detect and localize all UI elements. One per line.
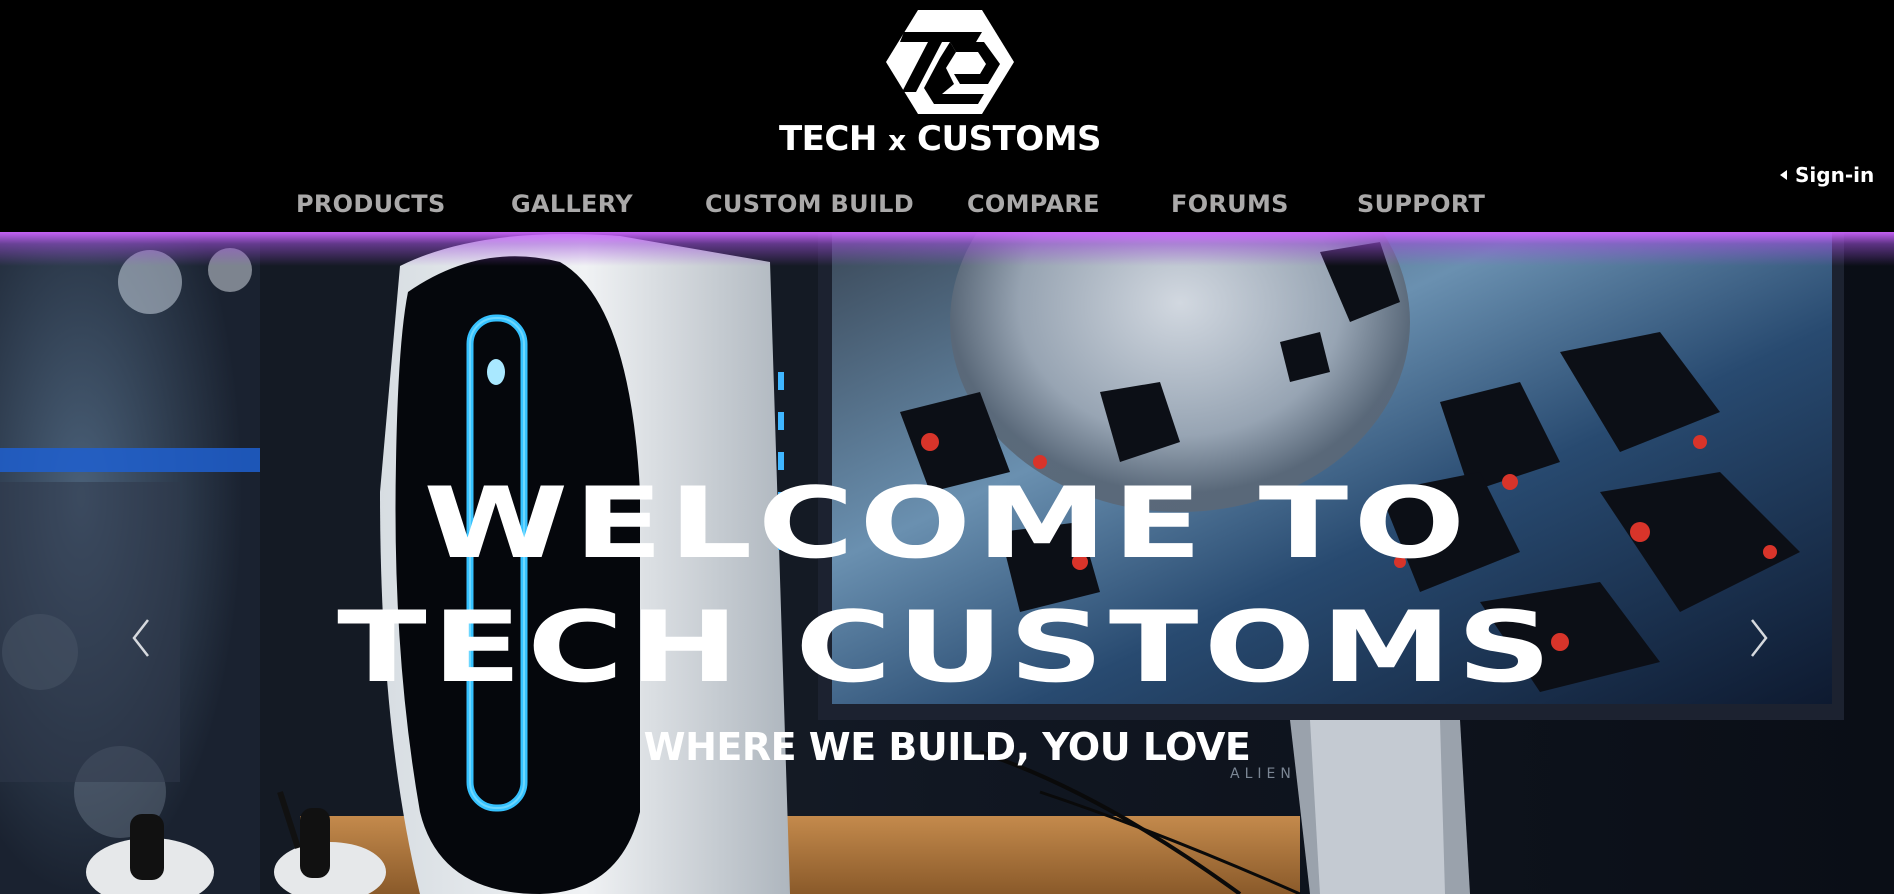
hero-subtitle: WHERE WE BUILD, YOU LOVE bbox=[643, 725, 1251, 769]
purple-glow-strip bbox=[0, 232, 1894, 266]
nav-item-products[interactable]: PRODUCTS bbox=[296, 184, 446, 224]
hero-banner: ALIENWARE WELCOME TO TECH CUSTOMS WHERE … bbox=[0, 232, 1894, 894]
nav-item-compare[interactable]: COMPARE bbox=[967, 184, 1100, 224]
hero-title: WELCOME TO TECH CUSTOMS bbox=[0, 462, 1894, 710]
site-header: TECH x CUSTOMS PRODUCTS GALLERY CUSTOM B… bbox=[0, 0, 1894, 232]
sign-in-label: Sign-in bbox=[1795, 163, 1875, 187]
tc-hexagon-logo-icon[interactable] bbox=[884, 8, 1016, 116]
hero-title-line-2: TECH CUSTOMS bbox=[337, 591, 1557, 705]
sign-in-button[interactable]: Sign-in bbox=[1780, 160, 1874, 190]
nav-item-forums[interactable]: FORUMS bbox=[1171, 184, 1289, 224]
main-nav: PRODUCTS GALLERY CUSTOM BUILD COMPARE FO… bbox=[0, 184, 1894, 224]
caret-left-icon bbox=[1780, 169, 1787, 180]
brand-name[interactable]: TECH x CUSTOMS bbox=[0, 116, 1880, 164]
brand-name-left: TECH bbox=[778, 119, 877, 159]
nav-item-custom-build[interactable]: CUSTOM BUILD bbox=[705, 184, 914, 224]
page: TECH x CUSTOMS PRODUCTS GALLERY CUSTOM B… bbox=[0, 0, 1894, 894]
hero-title-line-1: WELCOME TO bbox=[423, 467, 1471, 581]
brand-name-right: CUSTOMS bbox=[917, 119, 1102, 159]
brand-name-x: x bbox=[888, 124, 906, 157]
nav-item-support[interactable]: SUPPORT bbox=[1357, 184, 1485, 224]
nav-item-gallery[interactable]: GALLERY bbox=[511, 184, 633, 224]
